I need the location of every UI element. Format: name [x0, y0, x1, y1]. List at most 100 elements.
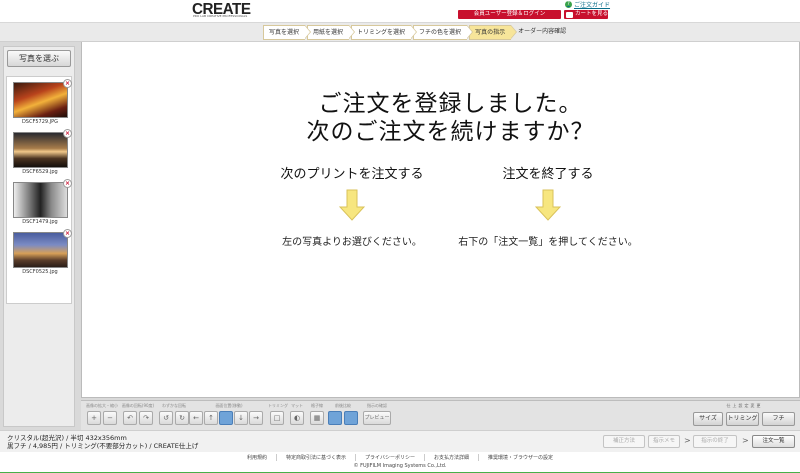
trim-group: トリミング □ [268, 403, 288, 429]
zoom-group: 画像の拡大・縮小 + − [85, 403, 119, 429]
member-login-button[interactable]: 会員ユーザー登録＆ログイン [458, 10, 561, 19]
header: CREATE PRO LAB CREATIVE PROFESSIONALS ? … [0, 0, 800, 22]
photo-thumbnail[interactable]: × DSCF1479.jpg [10, 179, 72, 229]
grid-group: 格子線 ▦ [308, 403, 326, 429]
steps-list: 写真を選択 用紙を選択 トリミングを選択 フチの色を選択 写真の指示 オーダー内… [263, 25, 574, 40]
zoom-out-icon[interactable]: − [103, 411, 117, 425]
choose-photos-button[interactable]: 写真を選ぶ [7, 50, 71, 67]
move-down-icon[interactable]: ↓ [234, 411, 248, 425]
next-print-heading: 次のプリントを注文する [280, 167, 424, 182]
trim-group-label: トリミング [268, 403, 288, 408]
finish-order-note: 右下の「注文一覧」を押してください。 [458, 237, 638, 248]
continue-question: 次のご注文を続けますか？ [306, 119, 595, 145]
footer-link-environment[interactable]: 推奨環境・ブラウザーの設定 [477, 454, 562, 461]
copyright-text: FUJIFILM Imaging Systems Co.,Ltd. [360, 463, 447, 469]
finish-instructions-button[interactable]: 指示の終了 [693, 435, 737, 448]
move-up-icon[interactable]: ↑ [204, 411, 218, 425]
help-icon: ? [565, 1, 572, 8]
message-canvas: ご注文を登録しました。 次のご注文を続けますか？ 次のプリントを注文する 左の写… [81, 42, 800, 398]
edit-toolbar: 画像の拡大・縮小 + − 画像の回転(90度) ↶ ↷ わずかな回転 ↺ ↻ 画… [81, 400, 800, 430]
rotate-right-icon[interactable]: ↷ [139, 411, 153, 425]
remove-photo-icon[interactable]: × [63, 129, 72, 138]
step-select-photo: 写真を選択 [263, 25, 312, 40]
fine-rotate-right-icon[interactable]: ↻ [175, 411, 189, 425]
photo-filename: DSCF6529.jpg [22, 169, 58, 175]
zoom-in-icon[interactable]: + [87, 411, 101, 425]
order-summary-line2: 黒フチ / 4,985円 / トリミング(不要部分カット) / CREATE仕上… [7, 442, 199, 450]
size-button[interactable]: サイズ [693, 412, 723, 426]
copyright: © FUJIFILM Imaging Systems Co.,Ltd. [353, 463, 447, 469]
footer: 利用規約 特定商取引法に基づく表示 プライバシーポリシー お支払方法詳細 推奨環… [0, 452, 800, 473]
photo-thumbnail[interactable]: × DSCF5729.JPG [10, 79, 72, 129]
remove-photo-icon[interactable]: × [63, 179, 72, 188]
photo-image [13, 182, 68, 218]
main-area: 写真を選ぶ × DSCF5729.JPG × DSCF6529.jpg × DS… [0, 42, 800, 430]
order-guide-link[interactable]: ? ご注文ガイド [565, 0, 610, 9]
remove-photo-icon[interactable]: × [63, 79, 72, 88]
photo-thumbnail[interactable]: × DSCF0525.jpg [10, 229, 72, 279]
compare-after-icon[interactable] [344, 411, 358, 425]
mat-group-label: マット [291, 403, 303, 408]
chevron-right-icon: > [742, 436, 749, 445]
photo-filename: DSCF0525.jpg [22, 269, 58, 275]
step-order-confirm: オーダー内容確認 [518, 28, 567, 35]
order-info-bar: クリスタル(超光沢) / 半切 432x356mm 黒フチ / 4,985円 /… [0, 430, 800, 452]
step-photo-instructions: 写真の指示 [469, 25, 518, 40]
photo-image [13, 232, 68, 268]
center-icon[interactable] [219, 411, 233, 425]
zoom-group-label: 画像の拡大・縮小 [86, 403, 118, 408]
grid-icon[interactable]: ▦ [310, 411, 324, 425]
trim-icon[interactable]: □ [270, 411, 284, 425]
step-bar: 写真を選択 用紙を選択 トリミングを選択 フチの色を選択 写真の指示 オーダー内… [0, 22, 800, 42]
photo-image [13, 132, 68, 168]
remove-photo-icon[interactable]: × [63, 229, 72, 238]
photo-image [13, 82, 68, 118]
footer-link-payment[interactable]: お支払方法詳細 [423, 454, 478, 461]
chevron-right-icon: > [684, 436, 691, 445]
mat-icon[interactable]: ◐ [290, 411, 304, 425]
photo-sidebar: 写真を選ぶ × DSCF5729.JPG × DSCF6529.jpg × DS… [3, 46, 75, 427]
compare-before-icon[interactable] [328, 411, 342, 425]
order-guide-label: ご注文ガイド [574, 2, 611, 9]
grid-group-label: 格子線 [311, 403, 323, 408]
next-print-column: 次のプリントを注文する 左の写真よりお選びください。 [252, 163, 452, 248]
instruction-memo-button[interactable]: 指示メモ [648, 435, 680, 448]
cart-icon [566, 11, 573, 18]
thumbnail-list: × DSCF5729.JPG × DSCF6529.jpg × DSCF1479… [6, 76, 72, 304]
correction-method-button[interactable]: 補正方法 [603, 435, 645, 448]
border-button[interactable]: フチ [762, 412, 795, 426]
compare-group-label: 前後比較 [335, 403, 351, 408]
trimming-button[interactable]: トリミング [726, 412, 759, 426]
photo-thumbnail[interactable]: × DSCF6529.jpg [10, 129, 72, 179]
preview-button[interactable]: プレビュー [363, 411, 391, 425]
down-arrow-icon [534, 189, 562, 221]
footer-link-terms[interactable]: 利用規約 [238, 454, 276, 461]
down-arrow-icon [338, 189, 366, 221]
move-right-icon[interactable]: → [249, 411, 263, 425]
finish-order-column: 注文を終了する 右下の「注文一覧」を押してください。 [448, 163, 648, 248]
fine-rotate-group-label: わずかな回転 [162, 403, 186, 408]
rotate-group-label: 画像の回転(90度) [121, 403, 155, 408]
step-select-border-color: フチの色を選択 [413, 25, 474, 40]
order-list-button[interactable]: 注文一覧 [752, 435, 795, 448]
rotate-left-icon[interactable]: ↶ [123, 411, 137, 425]
order-summary: クリスタル(超光沢) / 半切 432x356mm 黒フチ / 4,985円 /… [7, 434, 198, 450]
finish-order-heading: 注文を終了する [502, 167, 594, 182]
footer-links: 利用規約 特定商取引法に基づく表示 プライバシーポリシー お支払方法詳細 推奨環… [0, 454, 800, 461]
footer-link-privacy[interactable]: プライバシーポリシー [355, 454, 424, 461]
photo-filename: DSCF5729.JPG [21, 119, 59, 125]
fine-rotate-left-icon[interactable]: ↺ [159, 411, 173, 425]
move-left-icon[interactable]: ← [189, 411, 203, 425]
step-select-paper: 用紙を選択 [307, 25, 356, 40]
order-summary-line1: クリスタル(超光沢) / 半切 432x356mm [7, 434, 127, 442]
move-group: 画面位置(移動) ← ↑ ↓ → [189, 403, 269, 429]
next-print-note: 左の写真よりお選びください。 [282, 237, 422, 248]
footer-link-commerce-law[interactable]: 特定商取引法に基づく表示 [276, 454, 355, 461]
rotate-group: 画像の回転(90度) ↶ ↷ [121, 403, 155, 429]
fine-rotate-group: わずかな回転 ↺ ↻ [157, 403, 191, 429]
create-logo[interactable]: CREATE PRO LAB CREATIVE PROFESSIONALS [192, 1, 252, 20]
view-cart-button[interactable]: カートを見る [564, 10, 608, 19]
photo-filename: DSCF1479.jpg [22, 219, 58, 225]
preview-group: 指示の確認 プレビュー [361, 403, 393, 429]
logo-subtext: PRO LAB CREATIVE PROFESSIONALS [193, 14, 248, 18]
